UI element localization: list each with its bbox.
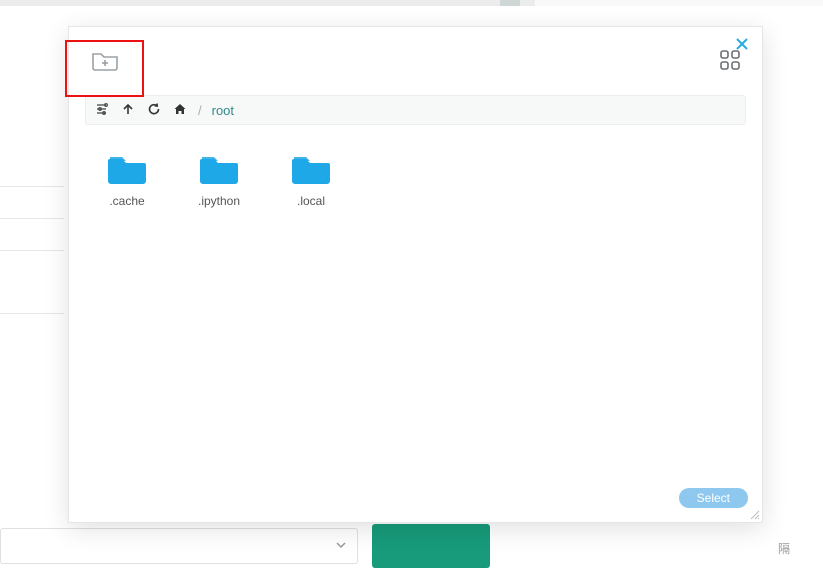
- reload-icon: [147, 102, 161, 119]
- new-folder-icon: [91, 48, 119, 75]
- up-button[interactable]: [120, 102, 136, 118]
- close-icon: [735, 37, 749, 54]
- home-icon: [173, 102, 187, 119]
- select-button[interactable]: Select: [679, 488, 748, 508]
- bg-dropdown: [0, 528, 358, 564]
- chevron-down-icon: [335, 539, 347, 554]
- modal-footer: Select: [69, 482, 762, 522]
- bg-right-text: 隔: [778, 540, 823, 560]
- filter-button[interactable]: [94, 102, 110, 118]
- resize-grip-icon: [748, 508, 760, 523]
- modal-toolbar: [69, 27, 762, 95]
- folder-item[interactable]: .cache: [99, 153, 155, 208]
- folder-icon: [107, 153, 147, 188]
- folder-icon: [291, 153, 331, 188]
- reload-button[interactable]: [146, 102, 162, 118]
- bg-green-button: [372, 524, 490, 568]
- filter-icon: [95, 102, 109, 119]
- new-folder-button[interactable]: [83, 39, 127, 83]
- folder-icon: [199, 153, 239, 188]
- arrow-up-icon: [121, 102, 135, 119]
- file-area: .cache .ipython .local: [69, 131, 762, 482]
- home-button[interactable]: [172, 102, 188, 118]
- resize-handle[interactable]: [748, 508, 760, 520]
- file-picker-modal: / root .cache .ipython .local Select: [68, 26, 763, 523]
- path-current[interactable]: root: [212, 103, 234, 118]
- path-bar: / root: [85, 95, 746, 125]
- folder-item[interactable]: .local: [283, 153, 339, 208]
- folder-label: .cache: [109, 194, 144, 208]
- folder-label: .local: [297, 194, 325, 208]
- folder-label: .ipython: [198, 194, 240, 208]
- folder-item[interactable]: .ipython: [191, 153, 247, 208]
- close-button[interactable]: [730, 33, 754, 57]
- path-separator: /: [198, 103, 202, 118]
